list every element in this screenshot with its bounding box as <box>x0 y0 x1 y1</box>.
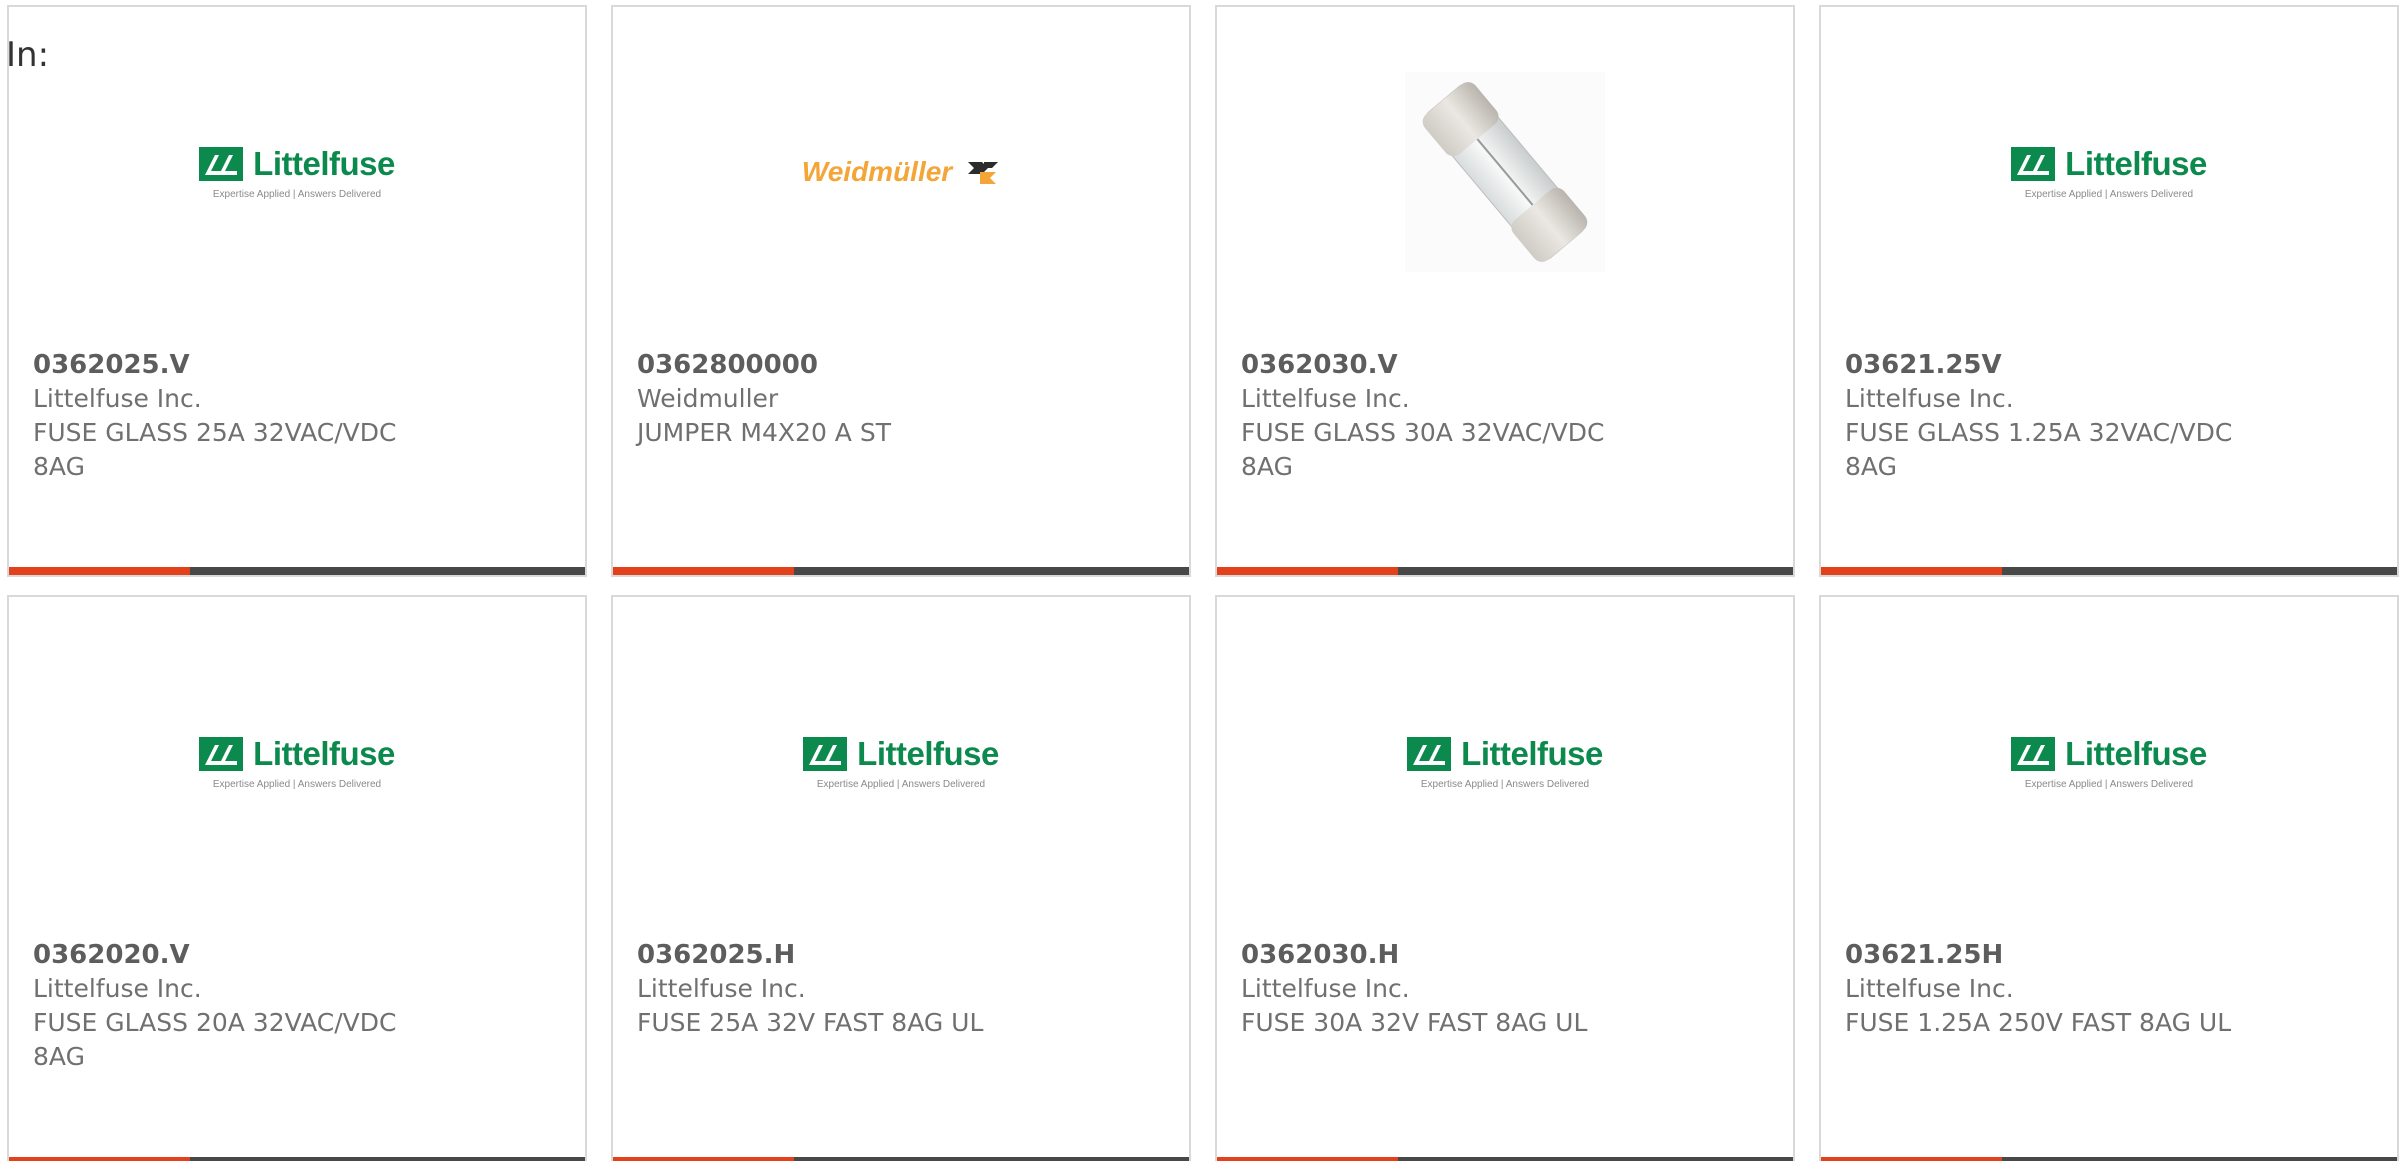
littelfuse-logo: Littelfuse Expertise Applied | Answers D… <box>803 735 999 790</box>
littelfuse-tagline: Expertise Applied | Answers Delivered <box>212 188 382 200</box>
littelfuse-tagline: Expertise Applied | Answers Delivered <box>212 778 382 790</box>
filter-label: In: <box>6 35 50 75</box>
littelfuse-logo: Littelfuse Expertise Applied | Answers D… <box>199 735 395 790</box>
card-accent-bar <box>1217 567 1399 575</box>
card-bottom-bar <box>9 567 585 575</box>
description: FUSE 30A 32V FAST 8AG UL <box>1241 1008 1588 1037</box>
littelfuse-wordmark: Littelfuse <box>857 734 999 772</box>
description: FUSE 25A 32V FAST 8AG UL <box>637 1008 984 1037</box>
card-accent-bar <box>1821 1157 2003 1161</box>
card-bottom-bar <box>613 567 1189 575</box>
product-image: Littelfuse Expertise Applied | Answers D… <box>9 47 585 297</box>
product-card[interactable]: Littelfuse Expertise Applied | Answers D… <box>1215 595 1795 1161</box>
part-number[interactable]: 03621.25H <box>1845 938 2373 972</box>
product-card[interactable]: Littelfuse Expertise Applied | Answers D… <box>7 5 587 577</box>
product-image: Littelfuse Expertise Applied | Answers D… <box>613 637 1189 887</box>
part-number[interactable]: 0362030.V <box>1241 348 1769 382</box>
manufacturer: Littelfuse Inc. <box>1845 974 2014 1003</box>
littelfuse-wordmark: Littelfuse <box>253 734 395 772</box>
card-accent-bar <box>9 1157 191 1161</box>
card-accent-bar <box>613 1157 795 1161</box>
weidmuller-logo: Weidmüller <box>802 156 1000 188</box>
card-bottom-bar <box>1217 567 1793 575</box>
product-grid: Littelfuse Expertise Applied | Answers D… <box>7 5 2399 1161</box>
card-accent-bar <box>9 567 191 575</box>
littelfuse-tagline: Expertise Applied | Answers Delivered <box>2024 778 2194 790</box>
description: FUSE GLASS 25A 32VAC/VDC 8AG <box>33 418 397 481</box>
glass-fuse-photo <box>1405 72 1605 272</box>
card-bottom-bar <box>1217 1157 1793 1161</box>
littelfuse-mark-icon <box>199 736 244 771</box>
card-accent-bar <box>1217 1157 1399 1161</box>
card-bottom-bar <box>1821 567 2397 575</box>
littelfuse-mark-icon <box>199 146 244 181</box>
littelfuse-wordmark: Littelfuse <box>253 144 395 182</box>
product-image <box>1217 47 1793 297</box>
product-card[interactable]: Littelfuse Expertise Applied | Answers D… <box>1819 5 2399 577</box>
littelfuse-mark-icon <box>1407 736 1452 771</box>
littelfuse-tagline: Expertise Applied | Answers Delivered <box>2024 188 2194 200</box>
littelfuse-wordmark: Littelfuse <box>1461 734 1603 772</box>
product-image: Littelfuse Expertise Applied | Answers D… <box>1821 637 2397 887</box>
part-number[interactable]: 0362030.H <box>1241 938 1769 972</box>
manufacturer: Littelfuse Inc. <box>637 974 806 1003</box>
littelfuse-mark-icon <box>2011 736 2056 771</box>
description: FUSE GLASS 20A 32VAC/VDC 8AG <box>33 1008 397 1071</box>
manufacturer: Weidmuller <box>637 384 779 413</box>
product-image: Littelfuse Expertise Applied | Answers D… <box>1217 637 1793 887</box>
card-accent-bar <box>613 567 795 575</box>
product-card[interactable]: Weidmüller 0362800000 Weidmuller JUMPER … <box>611 5 1191 577</box>
description: JUMPER M4X20 A ST <box>637 418 891 447</box>
description: FUSE GLASS 30A 32VAC/VDC 8AG <box>1241 418 1605 481</box>
littelfuse-tagline: Expertise Applied | Answers Delivered <box>1420 778 1590 790</box>
product-image: Littelfuse Expertise Applied | Answers D… <box>1821 47 2397 297</box>
littelfuse-logo: Littelfuse Expertise Applied | Answers D… <box>2011 145 2207 200</box>
littelfuse-logo: Littelfuse Expertise Applied | Answers D… <box>199 145 395 200</box>
description: FUSE 1.25A 250V FAST 8AG UL <box>1845 1008 2232 1037</box>
weidmuller-mark-icon <box>968 162 999 184</box>
littelfuse-mark-icon <box>2011 146 2056 181</box>
product-card[interactable]: Littelfuse Expertise Applied | Answers D… <box>611 595 1191 1161</box>
card-bottom-bar <box>613 1157 1189 1161</box>
card-bottom-bar <box>9 1157 585 1161</box>
manufacturer: Littelfuse Inc. <box>33 974 202 1003</box>
product-image: Weidmüller <box>613 47 1189 297</box>
part-number[interactable]: 0362025.H <box>637 938 1165 972</box>
littelfuse-wordmark: Littelfuse <box>2065 734 2207 772</box>
product-card[interactable]: 0362030.V Littelfuse Inc. FUSE GLASS 30A… <box>1215 5 1795 577</box>
description: FUSE GLASS 1.25A 32VAC/VDC 8AG <box>1845 418 2233 481</box>
product-card[interactable]: Littelfuse Expertise Applied | Answers D… <box>7 595 587 1161</box>
littelfuse-mark-icon <box>803 736 848 771</box>
part-number[interactable]: 0362020.V <box>33 938 561 972</box>
weidmuller-wordmark: Weidmüller <box>801 156 953 187</box>
card-bottom-bar <box>1821 1157 2397 1161</box>
part-number[interactable]: 0362025.V <box>33 348 561 382</box>
littelfuse-tagline: Expertise Applied | Answers Delivered <box>816 778 986 790</box>
littelfuse-logo: Littelfuse Expertise Applied | Answers D… <box>2011 735 2207 790</box>
manufacturer: Littelfuse Inc. <box>1241 384 1410 413</box>
card-accent-bar <box>1821 567 2003 575</box>
product-image: Littelfuse Expertise Applied | Answers D… <box>9 637 585 887</box>
littelfuse-logo: Littelfuse Expertise Applied | Answers D… <box>1407 735 1603 790</box>
littelfuse-wordmark: Littelfuse <box>2065 144 2207 182</box>
product-card[interactable]: Littelfuse Expertise Applied | Answers D… <box>1819 595 2399 1161</box>
part-number[interactable]: 0362800000 <box>637 348 1165 382</box>
part-number[interactable]: 03621.25V <box>1845 348 2373 382</box>
manufacturer: Littelfuse Inc. <box>1845 384 2014 413</box>
manufacturer: Littelfuse Inc. <box>33 384 202 413</box>
product-results-page: In: Littelfuse Expertise Applied | Answe… <box>0 0 2400 1161</box>
manufacturer: Littelfuse Inc. <box>1241 974 1410 1003</box>
